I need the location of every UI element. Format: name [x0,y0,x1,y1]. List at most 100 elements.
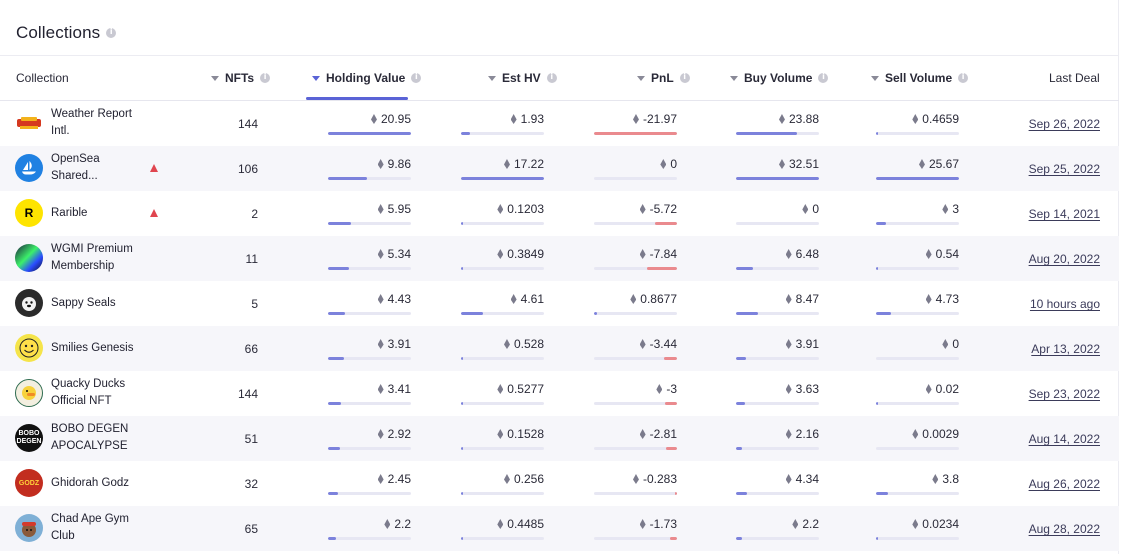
column-header-holding-value[interactable]: Holding Value [312,56,422,100]
ethereum-icon [942,204,949,214]
ethereum-icon [497,204,504,214]
last-deal-link[interactable]: Aug 28, 2022 [1029,522,1100,536]
sell-volume-cell: 0.54 [876,247,959,271]
collection-name[interactable]: Chad Ape Gym Club [51,511,146,545]
ethereum-icon [639,519,646,529]
table-row[interactable]: Smilies Genesis 66 3.91 0.528 -3.44 3.91 0 Apr … [0,326,1119,371]
ethereum-icon [912,519,919,529]
ethereum-icon [510,114,517,124]
est-hv-text: 0.256 [513,472,544,486]
pnl-value: -21.97 [632,112,677,126]
last-deal-link[interactable]: Sep 23, 2022 [1029,387,1100,401]
ethereum-icon [785,249,792,259]
collection-name[interactable]: Smilies Genesis [51,340,146,357]
info-icon[interactable] [411,72,422,83]
sell-volume-bar-fill [876,492,888,495]
column-header-est-hv[interactable]: Est HV [488,56,557,100]
buy-volume-value: 32.51 [778,157,819,171]
buy-volume-cell: 23.88 [736,112,819,136]
holding-value-bar-track [328,402,411,405]
est-hv-cell: 0.1203 [461,202,544,226]
ethereum-icon [912,114,919,124]
last-deal-link[interactable]: 10 hours ago [1030,297,1100,311]
pnl-text: 0 [670,157,677,171]
info-icon[interactable] [260,72,271,83]
buy-volume-bar-track [736,357,819,360]
info-icon[interactable] [958,72,969,83]
table-row[interactable]: Weather Report Intl. 144 20.95 1.93 -21.97 23… [0,101,1119,146]
collection-name[interactable]: Sappy Seals [51,295,146,312]
column-header-buy-volume[interactable]: Buy Volume [730,56,829,100]
pnl-text: 0.8677 [640,292,677,306]
last-deal-link[interactable]: Aug 20, 2022 [1029,252,1100,266]
buy-volume-value: 6.48 [785,247,819,261]
smilies-logo-icon [15,334,43,362]
sell-volume-bar-track [876,537,959,540]
info-icon[interactable] [106,27,117,38]
collection-name[interactable]: WGMI Premium Membership [51,241,146,275]
buy-volume-bar-fill [736,357,746,360]
last-deal-link[interactable]: Sep 14, 2021 [1029,207,1100,221]
column-header-nfts[interactable]: NFTs [211,56,271,100]
info-icon[interactable] [546,72,557,83]
collection-name[interactable]: Weather Report Intl. [51,106,146,140]
info-icon[interactable] [679,72,690,83]
collection-name[interactable]: Quacky Ducks Official NFT [51,376,146,410]
collection-name[interactable]: OpenSea Shared... [51,151,146,185]
last-deal-link[interactable]: Aug 14, 2022 [1029,432,1100,446]
table-row[interactable]: Chad Ape Gym Club 65 2.2 0.4485 -1.73 2.2 0.02… [0,506,1119,551]
table-row[interactable]: OpenSea Shared... 106 9.86 17.22 0 32.51 25.67… [0,146,1119,191]
ethereum-icon [377,429,384,439]
pnl-bar-track [594,177,677,180]
holding-value-value: 3.41 [377,382,411,396]
table-row[interactable]: GODZ Ghidorah Godz 32 2.45 0.256 -0.283 4.34 3.… [0,461,1119,506]
nfts-count: 32 [244,477,258,491]
sell-volume-bar-fill [876,267,878,270]
table-row[interactable]: Sappy Seals 5 4.43 4.61 0.8677 8.47 4.73 10 hou… [0,281,1119,326]
collection-name[interactable]: Ghidorah Godz [51,475,146,492]
table-row[interactable]: R Rarible 2 5.95 0.1203 -5.72 0 3 Sep 14, 2021 [0,191,1119,236]
table-row[interactable]: Quacky Ducks Official NFT 144 3.41 0.5277 -3… [0,371,1119,416]
collection-name[interactable]: BOBO DEGEN APOCALYPSE [51,421,146,455]
est-hv-bar-track [461,177,544,180]
info-icon[interactable] [818,72,829,83]
nfts-count: 65 [244,522,258,536]
buy-volume-text: 3.63 [795,382,819,396]
column-header-label: Collection [16,71,69,85]
last-deal-link[interactable]: Sep 25, 2022 [1029,162,1100,176]
est-hv-bar-track [461,492,544,495]
collection-name[interactable]: Rarible [51,205,146,222]
holding-value-bar-track [328,177,411,180]
pnl-value: 0 [660,157,677,171]
pnl-bar-fill [675,492,677,495]
buy-volume-cell: 32.51 [736,157,819,181]
pnl-cell: 0.8677 [594,292,677,316]
buy-volume-bar-track [736,402,819,405]
sell-volume-bar-track [876,222,959,225]
sell-volume-bar-fill [876,402,878,405]
ghidorah-godz-logo-icon: GODZ [15,469,43,497]
est-hv-text: 1.93 [520,112,544,126]
column-header-collection: Collection [16,56,69,100]
ethereum-icon [377,204,384,214]
column-header-label: Buy Volume [744,71,813,85]
table-header: Collection NFTs Holding Value Est HV PnL… [0,55,1119,101]
ethereum-icon [918,159,925,169]
buy-volume-text: 3.91 [795,337,819,351]
est-hv-cell: 17.22 [461,157,544,181]
table-row[interactable]: BOBO DEGEN BOBO DEGEN APOCALYPSE 51 2.92 0.15… [0,416,1119,461]
pnl-bar-fill [670,537,677,540]
sell-volume-value: 3 [942,202,959,216]
table-row[interactable]: WGMI Premium Membership 11 5.34 0.3849 -7.84… [0,236,1119,281]
holding-value-cell: 5.95 [328,202,411,226]
column-header-pnl[interactable]: PnL [637,56,690,100]
column-header-sell-volume[interactable]: Sell Volume [871,56,969,100]
buy-volume-value: 8.47 [785,292,819,306]
last-deal-link[interactable]: Apr 13, 2022 [1031,342,1100,356]
last-deal-link[interactable]: Sep 26, 2022 [1029,117,1100,131]
last-deal-link[interactable]: Aug 26, 2022 [1029,477,1100,491]
opensea-logo-icon [15,154,43,182]
buy-volume-text: 2.2 [802,517,819,531]
holding-value-bar-track [328,492,411,495]
est-hv-value: 1.93 [510,112,544,126]
